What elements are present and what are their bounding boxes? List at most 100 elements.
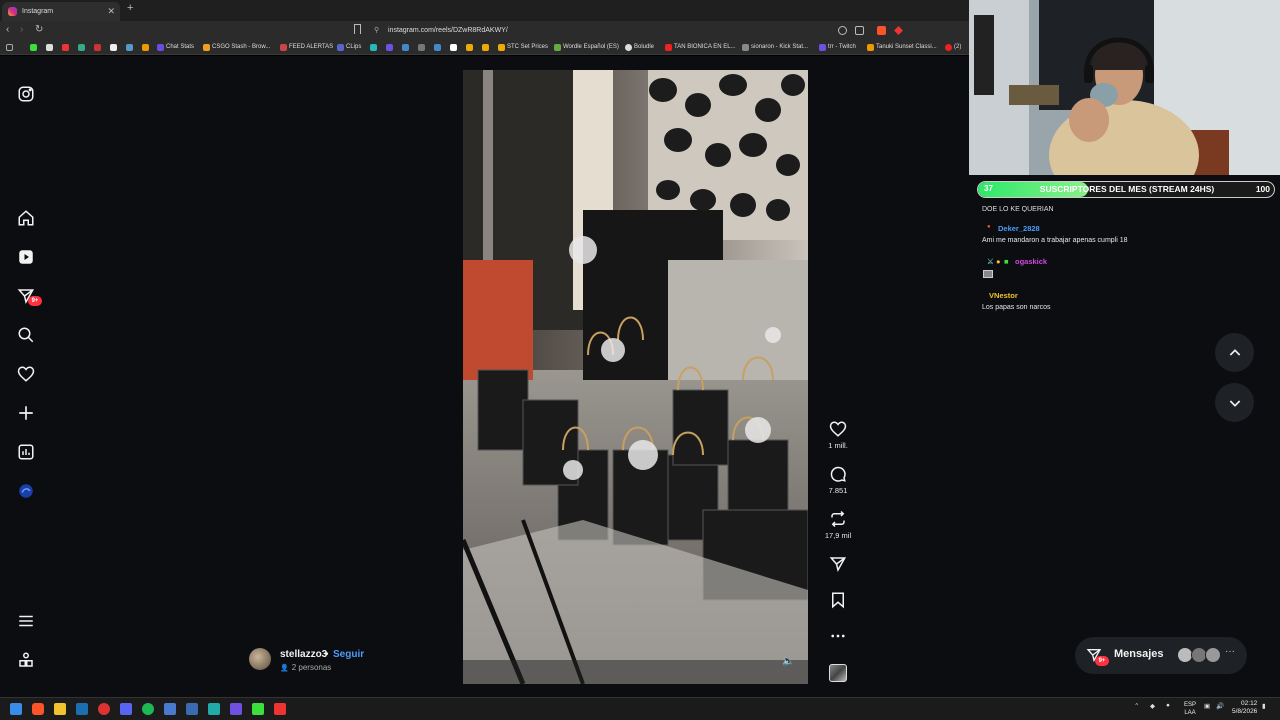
heart-icon[interactable]: [17, 365, 35, 383]
menu-icon[interactable]: [17, 612, 35, 630]
audio-thumbnail[interactable]: [829, 664, 847, 682]
tray-app-icon[interactable]: ◆: [1150, 702, 1155, 710]
discord-icon[interactable]: [120, 703, 132, 715]
forward-icon[interactable]: ›: [20, 24, 23, 35]
bookmark-icon[interactable]: [142, 44, 149, 51]
comment-icon[interactable]: [829, 465, 847, 483]
brave-shields-icon[interactable]: [877, 26, 886, 35]
chat-username[interactable]: ogaskick: [1015, 257, 1047, 266]
more-options-icon[interactable]: [829, 627, 847, 645]
youtube-icon[interactable]: [62, 44, 69, 51]
bookmark-icon[interactable]: [466, 44, 473, 51]
bookmark-csgo-stash[interactable]: CSGO Stash - Brow...: [202, 40, 270, 55]
new-tab-icon[interactable]: +: [127, 2, 133, 14]
brave-browser-icon[interactable]: [32, 703, 44, 715]
bookmark-kick-stats[interactable]: sionaron - Kick Stat...: [741, 40, 808, 55]
more-options-action[interactable]: [823, 627, 853, 645]
app-icon[interactable]: [164, 703, 176, 715]
search-icon[interactable]: [17, 326, 35, 344]
create-icon[interactable]: [17, 404, 35, 422]
bookmark-boludle[interactable]: Boludle: [624, 40, 654, 55]
avatar: [1205, 647, 1221, 663]
language-indicator[interactable]: ESP LAA: [1184, 701, 1196, 717]
site-info-icon[interactable]: ⚲: [374, 23, 379, 38]
bookmark-stc-set-prices[interactable]: STC Set Prices: [497, 40, 548, 55]
bookmark-youtube[interactable]: (2): [944, 40, 961, 55]
app-icon[interactable]: [274, 703, 286, 715]
chat-username[interactable]: Deker_2828: [998, 224, 1040, 233]
save-action[interactable]: [823, 591, 853, 609]
reload-icon[interactable]: ↻: [35, 24, 43, 35]
bookmark-icon[interactable]: [370, 44, 377, 51]
next-reel-button[interactable]: [1215, 383, 1254, 422]
bookmark-tanuki-sunset[interactable]: Tanuki Sunset Classi...: [866, 40, 937, 55]
repost-action[interactable]: 17,9 mil: [823, 510, 853, 540]
spotify-icon[interactable]: [142, 703, 154, 715]
bookmark-tan-bionica[interactable]: TAN BIONICA EN EL...: [664, 40, 736, 55]
dashboard-icon[interactable]: [17, 443, 35, 461]
close-tab-icon[interactable]: ✕: [107, 2, 115, 21]
notification-badge: 9+: [28, 296, 42, 306]
apps-icon[interactable]: [6, 44, 13, 51]
reels-icon[interactable]: [17, 248, 35, 266]
app-icon[interactable]: [98, 703, 110, 715]
bookmark-wordle-es[interactable]: Wordle Español (ES): [553, 40, 619, 55]
mute-icon[interactable]: 🔈: [782, 656, 794, 667]
comment-action[interactable]: 7.851: [823, 465, 853, 495]
author-username[interactable]: stellazzo3: [280, 649, 327, 660]
previous-reel-button[interactable]: [1215, 333, 1254, 372]
steam-icon[interactable]: [76, 703, 88, 715]
bookmark-icon[interactable]: [450, 44, 457, 51]
app-icon[interactable]: [230, 703, 242, 715]
bookmark-clips[interactable]: CLips: [336, 40, 361, 55]
bookmark-icon[interactable]: [110, 44, 117, 51]
tray-chevron-icon[interactable]: ⌃: [1134, 702, 1139, 710]
mic-icon[interactable]: ●: [1166, 702, 1170, 709]
share-action[interactable]: [823, 555, 853, 573]
address-bar[interactable]: ⚲ instagram.com/reels/DZwR8RdAKWY/: [368, 23, 908, 38]
bookmark-chat-stats[interactable]: Chat Stats: [156, 40, 194, 55]
volume-icon[interactable]: 🔊: [1216, 702, 1224, 710]
bookmark-icon[interactable]: [418, 44, 425, 51]
system-clock[interactable]: 02:12 5/8/2026: [1232, 700, 1257, 716]
bookmark-icon[interactable]: [126, 44, 133, 51]
bookmark-icon[interactable]: [434, 44, 441, 51]
follow-button[interactable]: Seguir: [333, 649, 364, 660]
reel-video[interactable]: [463, 70, 808, 684]
messages-button[interactable]: 9+ Mensajes ···: [1075, 637, 1247, 674]
zoom-icon[interactable]: [838, 26, 847, 35]
network-icon[interactable]: ▣: [1204, 702, 1210, 710]
bookmark-icon[interactable]: [94, 44, 101, 51]
tagged-people[interactable]: 👤 2 personas: [280, 663, 331, 672]
like-action[interactable]: 1 mill.: [823, 420, 853, 450]
bookmark-icon[interactable]: [402, 44, 409, 51]
instagram-logo-icon[interactable]: [17, 85, 35, 103]
profile-avatar-icon[interactable]: [17, 482, 35, 500]
home-icon[interactable]: [17, 209, 35, 227]
app-icon[interactable]: [208, 703, 220, 715]
browser-tab[interactable]: Instagram ✕: [2, 2, 120, 21]
notifications-icon[interactable]: ▮: [1262, 702, 1266, 710]
bookmark-feed-alertas[interactable]: FEED ALERTAS: [279, 40, 333, 55]
share-icon[interactable]: [829, 555, 847, 573]
bookmark-icon[interactable]: [482, 44, 489, 51]
more-apps-icon[interactable]: [17, 651, 35, 669]
bookmark-icon[interactable]: [829, 591, 847, 609]
repost-icon[interactable]: [829, 510, 847, 528]
author-avatar[interactable]: [249, 648, 271, 670]
bookmark-twitch[interactable]: trr - Twitch: [818, 40, 856, 55]
kick-icon[interactable]: [30, 44, 37, 51]
like-icon[interactable]: [829, 420, 847, 438]
app-icon[interactable]: [186, 703, 198, 715]
sheets-icon[interactable]: [78, 44, 85, 51]
kick-icon[interactable]: [252, 703, 264, 715]
bookmark-icon[interactable]: [46, 44, 53, 51]
twitch-icon[interactable]: [386, 44, 393, 51]
cast-icon[interactable]: [855, 26, 864, 35]
tab-title: Instagram: [22, 8, 54, 15]
back-icon[interactable]: ‹: [6, 24, 9, 35]
chat-username[interactable]: VNestor: [989, 291, 1018, 300]
file-explorer-icon[interactable]: [54, 703, 66, 715]
windows-start-icon[interactable]: [10, 703, 22, 715]
bookmark-page-icon[interactable]: [354, 24, 361, 34]
